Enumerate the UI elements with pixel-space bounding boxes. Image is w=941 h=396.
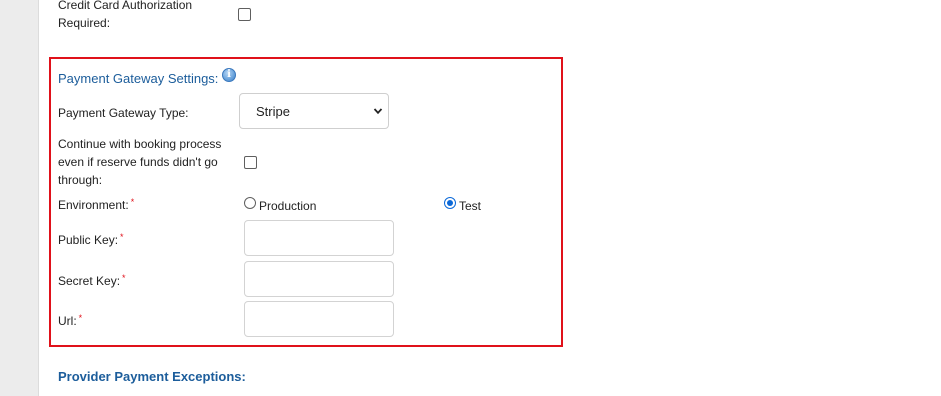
environment-label-text: Environment: <box>58 198 129 212</box>
left-rail-divider <box>38 0 39 396</box>
public-key-label-text: Public Key: <box>58 233 119 247</box>
payment-gateway-type-label: Payment Gateway Type: <box>58 106 189 120</box>
chevron-down-icon <box>373 108 383 115</box>
required-marker: * <box>130 197 135 207</box>
secret-key-input[interactable] <box>244 261 394 297</box>
required-marker: * <box>122 273 126 283</box>
continue-booking-checkbox[interactable] <box>244 156 257 169</box>
required-marker: * <box>78 313 83 323</box>
provider-payment-exceptions-title: Provider Payment Exceptions: <box>58 369 246 384</box>
url-label-text: Url: <box>58 314 77 328</box>
payment-gateway-type-value: Stripe <box>256 104 290 119</box>
environment-production-label[interactable]: Production <box>259 198 316 214</box>
payment-gateway-type-select[interactable]: Stripe <box>239 93 389 129</box>
continue-booking-label: Continue with booking process even if re… <box>58 137 222 187</box>
credit-card-auth-label: Credit Card Authorization Required: <box>58 0 193 30</box>
left-rail <box>0 0 38 396</box>
url-input[interactable] <box>244 301 394 337</box>
environment-test-radio[interactable] <box>444 197 456 209</box>
environment-production-radio[interactable] <box>244 197 256 209</box>
required-marker: * <box>120 232 124 242</box>
secret-key-label-text: Secret Key: <box>58 274 121 288</box>
public-key-input[interactable] <box>244 220 394 256</box>
secret-key-label: Secret Key: * <box>58 272 126 290</box>
credit-card-auth-checkbox[interactable] <box>238 8 251 21</box>
info-icon[interactable]: i <box>222 68 236 82</box>
payment-gateway-settings-title: Payment Gateway Settings: <box>58 71 219 86</box>
environment-label: Environment: * <box>58 196 134 214</box>
public-key-label: Public Key: * <box>58 231 124 249</box>
url-label: Url: * <box>58 312 82 330</box>
environment-test-label[interactable]: Test <box>459 198 481 214</box>
